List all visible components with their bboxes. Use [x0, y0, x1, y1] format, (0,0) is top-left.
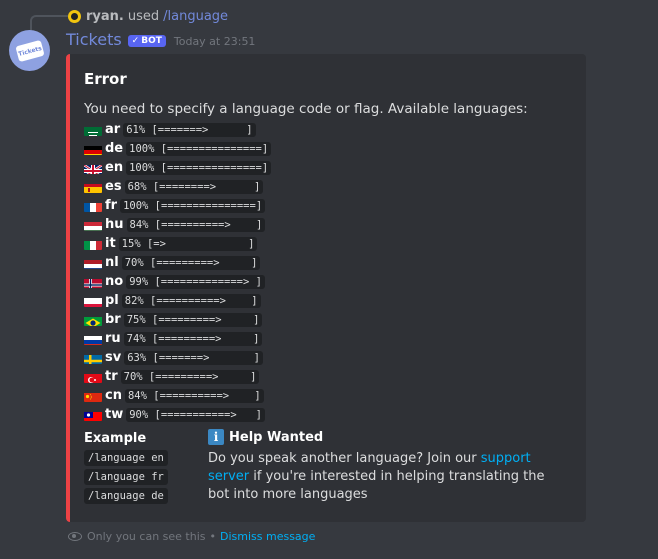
- language-row: es 68% [========> ]: [84, 177, 271, 196]
- message-header: Tickets ✓ BOT Today at 23:51: [66, 30, 255, 49]
- language-code: tw: [105, 407, 124, 422]
- language-code: pl: [105, 293, 119, 308]
- message-timestamp[interactable]: Today at 23:51: [174, 35, 256, 48]
- language-row: it 15% [=> ]: [84, 234, 271, 253]
- language-code: no: [105, 274, 124, 289]
- language-code: sv: [105, 350, 122, 365]
- language-row: en 100% [===============]: [84, 158, 272, 177]
- language-progress: 100% [===============]: [126, 141, 272, 156]
- language-code: tr: [105, 369, 118, 384]
- language-code: nl: [105, 255, 119, 270]
- language-code: es: [105, 179, 122, 194]
- flag-pl-icon: [84, 295, 102, 307]
- flag-nl-icon: [84, 257, 102, 269]
- example-title: Example: [84, 431, 147, 446]
- language-row: no 99% [=============> ]: [84, 272, 271, 291]
- language-row: hu 84% [==========> ]: [84, 215, 271, 234]
- flag-no-icon: [84, 276, 102, 288]
- embed-description: You need to specify a language code or f…: [84, 101, 528, 117]
- language-code: hu: [105, 217, 124, 232]
- flag-sa-icon: [84, 124, 102, 136]
- ephemeral-footer: Only you can see this • Dismiss message: [68, 530, 315, 543]
- language-code: en: [105, 160, 124, 175]
- flag-hu-icon: [84, 219, 102, 231]
- embed-title: Error: [84, 70, 127, 88]
- example-command: /language de: [84, 488, 168, 504]
- language-row: de 100% [===============]: [84, 139, 272, 158]
- flag-tw-icon: [84, 409, 102, 421]
- language-row: br 75% [=========> ]: [84, 310, 271, 329]
- example-list: /language en /language fr /language de: [84, 450, 168, 507]
- error-embed: Error You need to specify a language cod…: [66, 54, 586, 522]
- language-progress: 99% [=============> ]: [126, 274, 265, 289]
- language-progress: 90% [===========> ]: [126, 407, 265, 422]
- language-list: ar 61% [=======> ] de 100% [===============…: [84, 120, 272, 424]
- ephemeral-notice: Only you can see this: [87, 530, 206, 543]
- language-progress: 68% [========> ]: [124, 179, 264, 194]
- language-progress: 84% [==========> ]: [126, 217, 266, 232]
- reply-text: used: [127, 8, 160, 24]
- verified-check-icon: ✓: [131, 36, 140, 46]
- language-row: pl 82% [==========> ]: [84, 291, 271, 310]
- language-progress: 100% [===============]: [126, 160, 272, 175]
- flag-de-icon: [84, 143, 102, 155]
- language-code: it: [105, 236, 116, 251]
- flag-ru-icon: [84, 333, 102, 345]
- language-progress: 75% [=========> ]: [123, 312, 263, 327]
- flag-se-icon: [84, 352, 102, 364]
- flag-it-icon: [84, 238, 102, 250]
- language-progress: 84% [==========> ]: [124, 388, 264, 403]
- user-avatar-icon: [68, 9, 81, 23]
- example-command: /language en: [84, 450, 168, 466]
- ticket-icon: Tickets: [14, 39, 45, 62]
- language-row: ru 74% [=========> ]: [84, 329, 271, 348]
- dismiss-message-link[interactable]: Dismiss message: [220, 530, 315, 543]
- language-row: tw 90% [===========> ]: [84, 405, 271, 424]
- language-code: fr: [105, 198, 118, 213]
- language-progress: 100% [===============]: [120, 198, 266, 213]
- language-row: tr 70% [=========> ]: [84, 367, 271, 386]
- language-code: cn: [105, 388, 122, 403]
- language-row: cn 84% [==========> ]: [84, 386, 271, 405]
- bot-username[interactable]: Tickets: [66, 30, 122, 49]
- eye-icon: [68, 532, 82, 541]
- language-progress: 70% [=========> ]: [121, 255, 261, 270]
- language-progress: 74% [=========> ]: [123, 331, 263, 346]
- language-row: ar 61% [=======> ]: [84, 120, 271, 139]
- language-progress: 63% [=======> ]: [124, 350, 263, 365]
- reply-connector: [30, 15, 68, 31]
- language-code: ar: [105, 122, 121, 137]
- language-code: br: [105, 312, 121, 327]
- flag-es-icon: [84, 181, 102, 193]
- flag-gb-icon: [84, 162, 102, 174]
- reply-reference[interactable]: ryan. used /language: [68, 7, 228, 25]
- footer-separator: •: [209, 530, 217, 543]
- flag-tr-icon: [84, 371, 102, 383]
- language-row: sv 63% [=======> ]: [84, 348, 271, 367]
- language-progress: 82% [==========> ]: [121, 293, 261, 308]
- language-code: ru: [105, 331, 121, 346]
- example-command: /language fr: [84, 469, 168, 485]
- help-wanted-title: i Help Wanted: [208, 429, 323, 445]
- language-progress: 70% [=========> ]: [120, 369, 260, 384]
- language-code: de: [105, 141, 124, 156]
- reply-command[interactable]: /language: [163, 9, 228, 24]
- help-wanted-text: Do you speak another language? Join our …: [208, 451, 545, 502]
- flag-br-icon: [84, 314, 102, 326]
- info-icon: i: [208, 429, 224, 445]
- bot-badge: ✓ BOT: [127, 35, 166, 47]
- flag-fr-icon: [84, 200, 102, 212]
- language-row: nl 70% [=========> ]: [84, 253, 271, 272]
- language-row: fr 100% [===============]: [84, 196, 271, 215]
- language-progress: 61% [=======> ]: [123, 122, 256, 137]
- bot-avatar[interactable]: Tickets: [9, 30, 50, 71]
- flag-cn-icon: [84, 390, 102, 402]
- language-progress: 15% [=> ]: [118, 236, 258, 251]
- reply-username[interactable]: ryan.: [86, 9, 124, 24]
